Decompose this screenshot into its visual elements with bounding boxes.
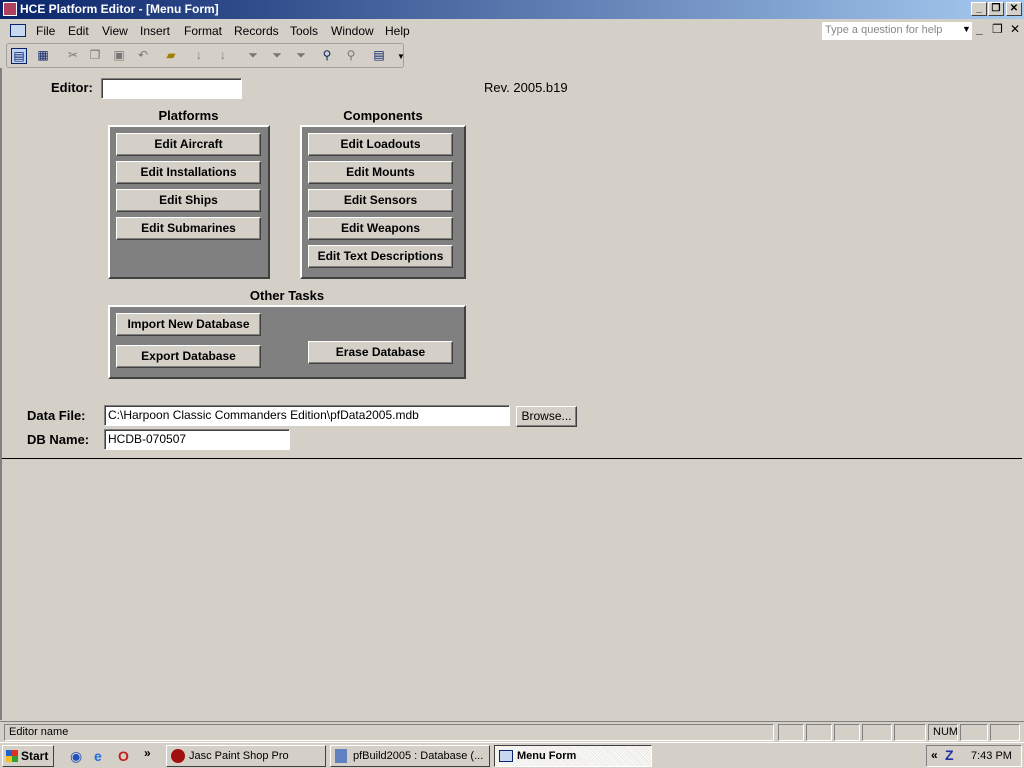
- task-pfbuild-database[interactable]: pfBuild2005 : Database (...: [330, 745, 490, 767]
- minimize-button[interactable]: _: [971, 2, 987, 16]
- edit-loadouts-button[interactable]: Edit Loadouts: [308, 133, 453, 156]
- find-next-icon[interactable]: ⚲: [343, 48, 359, 64]
- edit-text-descriptions-button[interactable]: Edit Text Descriptions: [308, 245, 453, 268]
- start-label: Start: [21, 749, 49, 763]
- database-icon: [335, 749, 347, 763]
- doc-restore-button[interactable]: ❐: [992, 22, 1003, 36]
- restore-button[interactable]: ❐: [988, 2, 1004, 16]
- menu-form: Editor: Rev. 2005.b19 Platforms Edit Air…: [2, 70, 1022, 720]
- platforms-heading: Platforms: [158, 108, 219, 123]
- edit-mounts-button[interactable]: Edit Mounts: [308, 161, 453, 184]
- paint-shop-pro-icon: [171, 749, 185, 763]
- menu-edit[interactable]: Edit: [68, 24, 89, 38]
- menu-bar: File Edit View Insert Format Records Too…: [0, 20, 1024, 42]
- menu-help[interactable]: Help: [385, 24, 410, 38]
- doc-close-button[interactable]: ✕: [1010, 22, 1020, 36]
- opera-icon[interactable]: O: [118, 748, 129, 764]
- form-border: [0, 68, 2, 720]
- taskbar: Start ◉ e O » Jasc Paint Shop Pro pfBuil…: [0, 742, 1024, 768]
- other-tasks-heading: Other Tasks: [249, 288, 325, 303]
- import-database-button[interactable]: Import New Database: [116, 313, 261, 336]
- status-text: Editor name: [4, 724, 774, 741]
- status-panel: [778, 724, 804, 741]
- edit-weapons-button[interactable]: Edit Weapons: [308, 217, 453, 240]
- status-panel: [806, 724, 832, 741]
- export-database-button[interactable]: Export Database: [116, 345, 261, 368]
- toolbar: ▤ ▦ ✂ ❐ ▣ ↶ ▰ ↓ ↓ ⏷ ⏷ ⏷ ⚲ ⚲ ▤ ▼: [6, 43, 405, 68]
- edit-submarines-button[interactable]: Edit Submarines: [116, 217, 261, 240]
- status-bar: Editor name NUM: [0, 721, 1024, 741]
- status-panel: [960, 724, 988, 741]
- menu-insert[interactable]: Insert: [140, 24, 170, 38]
- help-search-input[interactable]: Type a question for help: [822, 22, 972, 40]
- sort-ascending-icon[interactable]: ↓: [191, 48, 207, 64]
- menu-file[interactable]: File: [36, 24, 55, 38]
- tray-app-icon[interactable]: Z: [945, 747, 954, 763]
- show-desktop-icon[interactable]: ◉: [70, 748, 82, 765]
- editor-label: Editor:: [51, 80, 93, 95]
- data-file-input[interactable]: C:\Harpoon Classic Commanders Edition\pf…: [104, 405, 510, 426]
- windows-logo-icon: [6, 750, 18, 762]
- copy-icon[interactable]: ❐: [87, 48, 103, 64]
- task-label: Jasc Paint Shop Pro: [189, 750, 289, 762]
- cut-icon[interactable]: ✂: [65, 48, 81, 64]
- apply-filter-icon[interactable]: ⏷: [293, 48, 309, 64]
- menu-view[interactable]: View: [102, 24, 128, 38]
- quicklaunch-more-icon[interactable]: »: [144, 746, 151, 760]
- title-bar: HCE Platform Editor - [Menu Form]: [0, 0, 1024, 19]
- erase-database-button[interactable]: Erase Database: [308, 341, 453, 364]
- db-name-label: DB Name:: [27, 432, 90, 447]
- task-label: Menu Form: [517, 750, 577, 762]
- save-record-icon[interactable]: ▰: [163, 48, 179, 64]
- form-icon: [499, 750, 513, 762]
- menu-records[interactable]: Records: [234, 24, 279, 38]
- start-button[interactable]: Start: [2, 745, 54, 767]
- form-view-icon[interactable]: ▤: [11, 48, 27, 64]
- browse-button[interactable]: Browse...: [516, 406, 577, 427]
- task-label: pfBuild2005 : Database (...: [353, 750, 484, 762]
- help-dropdown-icon[interactable]: ▼: [962, 24, 971, 34]
- toolbar-options-icon[interactable]: ▼: [393, 52, 409, 68]
- components-heading: Components: [343, 108, 423, 123]
- menu-window[interactable]: Window: [331, 24, 374, 38]
- filter-selection-icon[interactable]: ⏷: [245, 48, 261, 64]
- num-lock-indicator: NUM: [928, 724, 958, 741]
- task-menu-form[interactable]: Menu Form: [494, 745, 652, 767]
- datasheet-view-icon[interactable]: ▦: [35, 48, 51, 64]
- edit-sensors-button[interactable]: Edit Sensors: [308, 189, 453, 212]
- sort-descending-icon[interactable]: ↓: [215, 48, 231, 64]
- status-panel: [834, 724, 860, 741]
- undo-icon[interactable]: ↶: [135, 48, 151, 64]
- filter-form-icon[interactable]: ⏷: [269, 48, 285, 64]
- edit-ships-button[interactable]: Edit Ships: [116, 189, 261, 212]
- menu-tools[interactable]: Tools: [290, 24, 318, 38]
- paste-icon[interactable]: ▣: [111, 48, 127, 64]
- find-icon[interactable]: ⚲: [319, 48, 335, 64]
- section-divider: [2, 458, 1022, 459]
- status-panel: [894, 724, 926, 741]
- db-name-input[interactable]: HCDB-070507: [104, 429, 290, 450]
- system-tray: « Z 7:43 PM: [926, 745, 1022, 767]
- database-window-icon[interactable]: ▤: [371, 48, 387, 64]
- access-icon: [3, 2, 17, 16]
- close-button[interactable]: ✕: [1006, 2, 1022, 16]
- menu-format[interactable]: Format: [184, 24, 222, 38]
- status-panel: [990, 724, 1020, 741]
- form-icon: [10, 24, 26, 37]
- editor-input[interactable]: [101, 78, 242, 99]
- edit-installations-button[interactable]: Edit Installations: [116, 161, 261, 184]
- window-title: HCE Platform Editor - [Menu Form]: [20, 2, 219, 16]
- tray-expand-icon[interactable]: «: [931, 748, 938, 762]
- revision-text: Rev. 2005.b19: [484, 80, 568, 95]
- edit-aircraft-button[interactable]: Edit Aircraft: [116, 133, 261, 156]
- status-panel: [862, 724, 892, 741]
- clock: 7:43 PM: [971, 750, 1012, 762]
- data-file-label: Data File:: [27, 408, 86, 423]
- internet-explorer-icon[interactable]: e: [94, 748, 102, 764]
- doc-minimize-button[interactable]: _: [976, 22, 983, 36]
- task-paint-shop-pro[interactable]: Jasc Paint Shop Pro: [166, 745, 326, 767]
